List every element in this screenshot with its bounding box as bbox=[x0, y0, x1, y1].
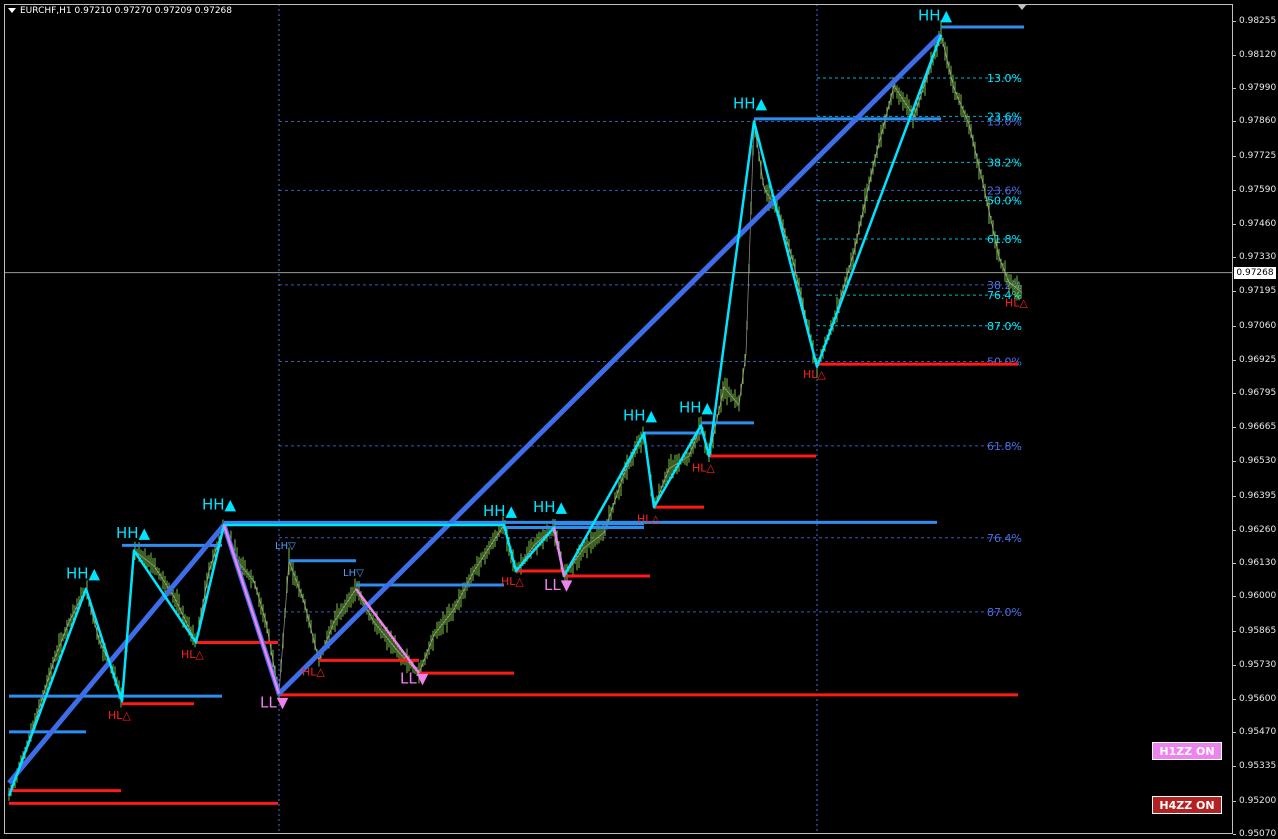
swing-label-hh: HH▲ bbox=[918, 7, 953, 25]
symbol-header: EURCHF,H1 0.97210 0.97270 0.97209 0.9726… bbox=[8, 6, 232, 16]
swing-label-ll: LL▼ bbox=[544, 576, 573, 594]
symbol-label: EURCHF,H1 bbox=[20, 6, 72, 16]
price-path-line bbox=[8, 33, 1023, 796]
fib-h1-label: 61.8% bbox=[987, 233, 1022, 246]
swing-label-hl: HL△ bbox=[692, 461, 715, 474]
swing-label-hl: HL△ bbox=[181, 648, 204, 661]
swing-label-ll: LL▼ bbox=[400, 669, 429, 687]
swing-label-hh: HH▲ bbox=[202, 496, 237, 514]
ohlc-values: 0.97210 0.97270 0.97209 0.97268 bbox=[74, 6, 232, 16]
fib-h1-label: 87.0% bbox=[987, 320, 1022, 333]
swing-label-hh: HH▲ bbox=[623, 406, 658, 424]
swing-label-hh: HH▲ bbox=[116, 524, 151, 542]
h1zz-toggle-button[interactable]: H1ZZ ON bbox=[1152, 742, 1222, 760]
fib-h1-label: 23.6% bbox=[987, 110, 1022, 123]
chart-shift-marker-icon[interactable] bbox=[1017, 4, 1027, 10]
swing-label-hl: HL△ bbox=[501, 575, 524, 588]
fib-h4-label: 87.0% bbox=[987, 606, 1022, 619]
swing-label-hl: HL△ bbox=[1005, 297, 1028, 310]
swing-label-hl: HL△ bbox=[637, 512, 660, 525]
swing-label-hl: HL△ bbox=[108, 709, 131, 722]
swing-label-ll: LL▼ bbox=[260, 694, 289, 712]
fib-h1-label: 13.0% bbox=[987, 72, 1022, 85]
swing-label-lh: LH▽ bbox=[275, 541, 296, 552]
h1-zigzag-line bbox=[7, 34, 943, 797]
chevron-down-icon[interactable] bbox=[8, 8, 16, 13]
swing-label-hh: HH▲ bbox=[533, 498, 568, 516]
swing-label-hl: HL△ bbox=[803, 368, 826, 381]
swing-label-lh: LH▽ bbox=[343, 568, 364, 579]
swing-label-hh: HH▲ bbox=[679, 399, 714, 417]
price-chart: 13.0%23.6%38.2%50.0%61.8%76.4%87.0%13.0%… bbox=[5, 5, 1232, 833]
swing-label-hh: HH▲ bbox=[733, 95, 768, 113]
fib-h1-label: 38.2% bbox=[987, 156, 1022, 169]
fib-h4-label: 50.0% bbox=[987, 356, 1022, 369]
h1-down-leg-line bbox=[552, 527, 566, 577]
swing-label-hl: HL△ bbox=[302, 666, 325, 679]
h4-zigzag-line bbox=[7, 32, 943, 785]
fib-h4-label: 61.8% bbox=[987, 440, 1022, 453]
h1-down-leg-line bbox=[222, 524, 281, 694]
current-price-label: 0.97268 bbox=[1234, 266, 1276, 279]
swing-label-hh: HH▲ bbox=[483, 502, 518, 520]
fib-h1-label: 50.0% bbox=[987, 195, 1022, 208]
h4zz-toggle-button[interactable]: H4ZZ ON bbox=[1152, 796, 1222, 814]
fib-h4-label: 76.4% bbox=[987, 532, 1022, 545]
swing-label-hh: HH▲ bbox=[66, 565, 101, 583]
